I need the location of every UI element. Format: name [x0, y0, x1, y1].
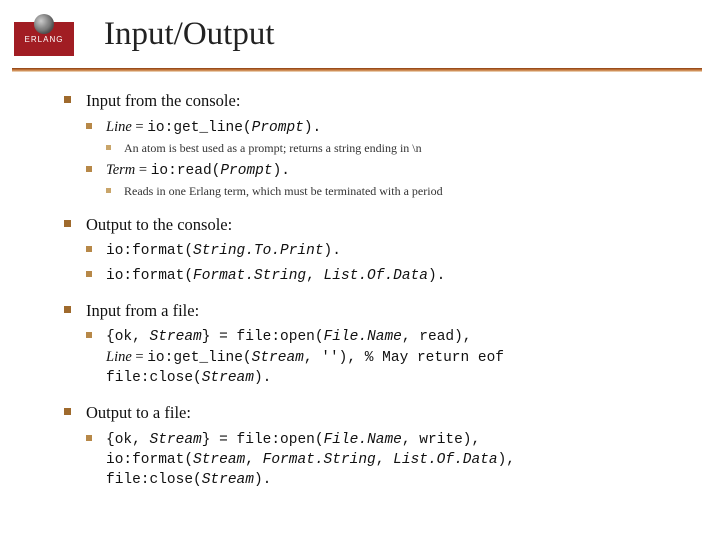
code-line: {ok, Stream} = file:open(File.Name, writ… — [86, 430, 680, 490]
section: Input from a file: {ok, Stream} = file:op… — [64, 300, 680, 388]
section: Output to the console: io:format(String.T… — [64, 214, 680, 286]
sub-list: {ok, Stream} = file:open(File.Name, read… — [86, 327, 680, 387]
section-heading: Input from a file: — [86, 300, 680, 322]
note-line: An atom is best used as a prompt; return… — [106, 141, 680, 157]
section-heading: Input from the console: — [86, 90, 680, 112]
slide-body: Input from the console: Line = io:get_lin… — [64, 90, 680, 504]
code-text: {ok, Stream} = file:open(File.Name, writ… — [106, 430, 680, 490]
code-line: Term = io:read(Prompt). Reads in one Erla… — [86, 161, 680, 200]
sub-list: {ok, Stream} = file:open(File.Name, writ… — [86, 430, 680, 490]
note-list: An atom is best used as a prompt; return… — [106, 141, 680, 157]
note-line: Reads in one Erlang term, which must be … — [106, 184, 680, 200]
code-text: io:format(String.To.Print). — [106, 241, 680, 261]
bullet-list: Input from the console: Line = io:get_lin… — [64, 90, 680, 490]
section: Input from the console: Line = io:get_lin… — [64, 90, 680, 200]
code-line: {ok, Stream} = file:open(File.Name, read… — [86, 327, 680, 387]
erlang-logo: ERLANG — [14, 22, 84, 66]
sub-list: io:format(String.To.Print). io:format(For… — [86, 241, 680, 285]
slide-title: Input/Output — [104, 18, 720, 55]
section: Output to a file: {ok, Stream} = file:ope… — [64, 402, 680, 490]
sub-list: Line = io:get_line(Prompt). An atom is be… — [86, 118, 680, 200]
code-text: {ok, Stream} = file:open(File.Name, read… — [106, 327, 680, 387]
section-heading: Output to the console: — [86, 214, 680, 236]
code-line: Line = io:get_line(Prompt). An atom is be… — [86, 118, 680, 157]
code-text: Term = io:read(Prompt). — [106, 161, 680, 181]
erlang-logo-label: ERLANG — [25, 35, 64, 44]
note-list: Reads in one Erlang term, which must be … — [106, 184, 680, 200]
erlang-logo-box: ERLANG — [14, 22, 74, 56]
slide-header: ERLANG Input/Output — [0, 0, 720, 96]
code-text: io:format(Format.String, List.Of.Data). — [106, 266, 680, 286]
section-heading: Output to a file: — [86, 402, 680, 424]
code-text: Line = io:get_line(Prompt). — [106, 118, 680, 138]
erlang-logo-sphere — [34, 14, 54, 34]
title-underline — [12, 68, 702, 71]
code-line: io:format(String.To.Print). — [86, 241, 680, 261]
code-line: io:format(Format.String, List.Of.Data). — [86, 266, 680, 286]
